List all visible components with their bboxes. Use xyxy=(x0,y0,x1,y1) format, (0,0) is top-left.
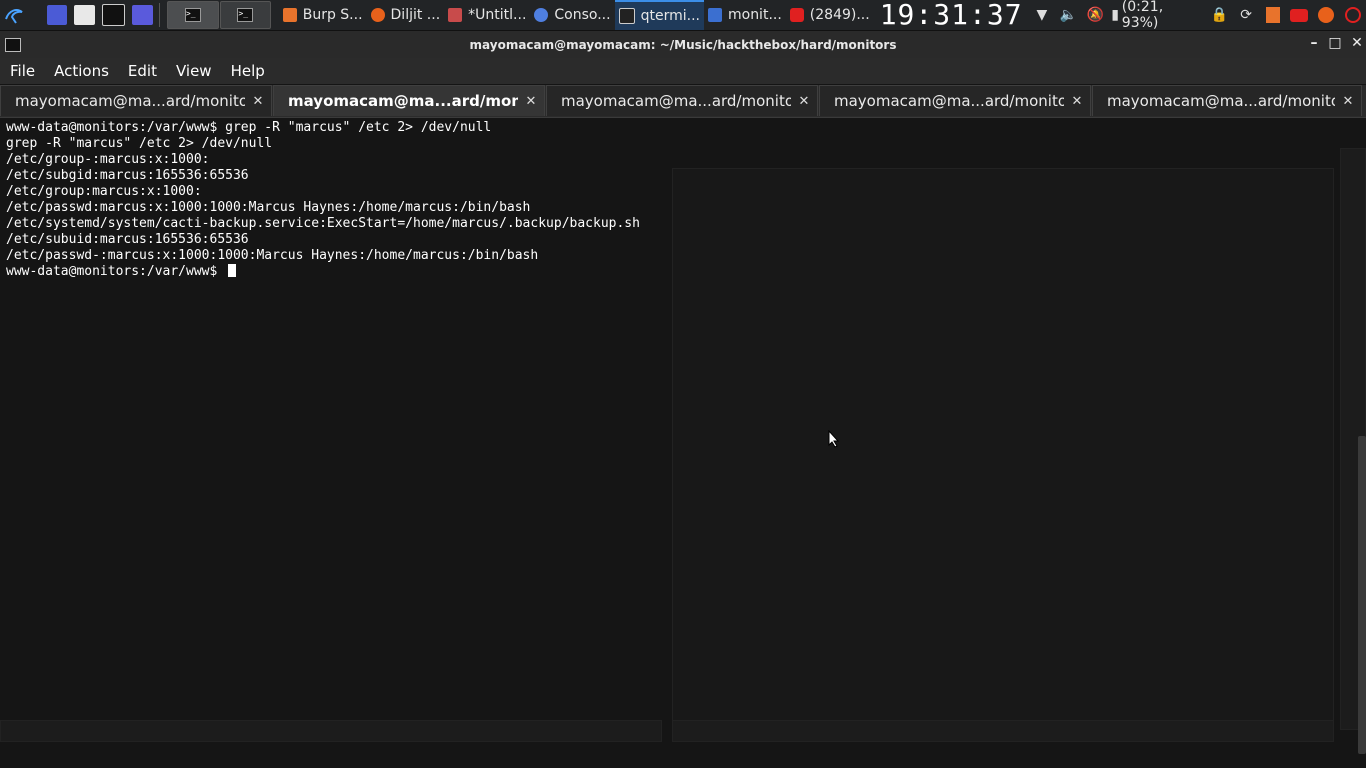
task-burp[interactable]: Burp S... xyxy=(279,0,367,30)
notifications-off-icon[interactable]: 🔕 xyxy=(1082,0,1109,30)
editor-icon xyxy=(448,8,463,22)
file-manager-icon[interactable] xyxy=(74,5,96,25)
menu-bar: File Actions Edit View Help xyxy=(0,58,1366,84)
folder-icon xyxy=(707,8,722,22)
terminal-line: www-data@monitors:/var/www$ grep -R "mar… xyxy=(6,120,492,135)
tab-label: mayomacam@ma...ard/monitors xyxy=(561,92,791,110)
screen-recorder-icon[interactable] xyxy=(132,5,154,25)
terminal-prompt: www-data@monitors:/var/www$ xyxy=(6,264,226,279)
tab-2[interactable]: mayomacam@ma...ard/monitors ✕ xyxy=(273,85,545,116)
terminal-line: /etc/group:marcus:x:1000: xyxy=(6,184,202,199)
battery-status[interactable]: (0:21, 93%) xyxy=(1122,0,1206,31)
firefox-tray-icon[interactable] xyxy=(1313,0,1340,30)
task-label: (2849)... xyxy=(809,7,870,23)
task-untitled[interactable]: *Untitl... xyxy=(444,0,530,30)
battery-icon[interactable]: ▮ xyxy=(1108,0,1121,30)
tab-close-icon[interactable]: ✕ xyxy=(791,94,817,109)
background-window-searchbar xyxy=(672,720,1334,742)
terminal-scrollbar[interactable] xyxy=(1358,436,1366,754)
workspace-1-button[interactable]: >_ xyxy=(167,1,219,29)
tab-close-icon[interactable]: ✕ xyxy=(518,94,544,109)
youtube-icon xyxy=(789,8,804,22)
task-qterminal[interactable]: qtermi... xyxy=(614,0,704,30)
tab-label: mayomacam@ma...ard/monitors xyxy=(1107,92,1335,110)
terminal-mini-icon: >_ xyxy=(237,8,254,22)
menu-help[interactable]: Help xyxy=(221,62,274,80)
terminal-cursor xyxy=(228,264,237,277)
terminal-view[interactable]: www-data@monitors:/var/www$ grep -R "mar… xyxy=(0,118,1366,768)
app-tray-icon[interactable] xyxy=(1339,0,1366,30)
burp-icon xyxy=(282,8,297,22)
terminal-line: grep -R "marcus" /etc 2> /dev/null xyxy=(6,136,273,151)
terminal-line: /etc/subgid:marcus:165536:65536 xyxy=(6,168,249,183)
background-window-panel xyxy=(672,168,1334,730)
youtube-tray-icon[interactable] xyxy=(1286,0,1313,30)
task-youtube[interactable]: (2849)... xyxy=(786,0,874,30)
wifi-icon[interactable]: ▼ xyxy=(1029,0,1056,30)
tab-5[interactable]: mayomacam@ma...ard/monitors ✕ xyxy=(1092,85,1362,116)
terminal-line: /etc/systemd/system/cacti-backup.service… xyxy=(6,216,640,231)
terminal-line: /etc/passwd-:marcus:x:1000:1000:Marcus H… xyxy=(6,248,539,263)
terminal-line: /etc/passwd:marcus:x:1000:1000:Marcus Ha… xyxy=(6,200,531,215)
workspace-icon[interactable] xyxy=(46,5,68,25)
tab-3[interactable]: mayomacam@ma...ard/monitors ✕ xyxy=(546,85,818,116)
terminal-launcher-icon[interactable] xyxy=(102,4,126,26)
terminal-line: /etc/group-:marcus:x:1000: xyxy=(6,152,210,167)
terminal-prompt-line: www-data@monitors:/var/www$ xyxy=(6,264,640,280)
tab-label: mayomacam@ma...ard/monitors xyxy=(15,92,245,110)
task-monitors-folder[interactable]: monit... xyxy=(704,0,786,30)
task-label: qtermi... xyxy=(640,8,700,24)
window-title: mayomacam@mayomacam: ~/Music/hackthebox/… xyxy=(469,37,897,52)
clock[interactable]: 19:31:37 xyxy=(874,0,1029,30)
terminal-output: www-data@monitors:/var/www$ grep -R "mar… xyxy=(6,120,640,280)
terminal-app-icon xyxy=(5,38,21,52)
task-label: *Untitl... xyxy=(468,7,527,23)
tab-label: mayomacam@ma...ard/monitors xyxy=(834,92,1064,110)
top-panel: >_ >_ Burp S... Diljit ... *Untitl... Co… xyxy=(0,0,1366,31)
task-label: monit... xyxy=(727,7,782,23)
menu-actions[interactable]: Actions xyxy=(44,62,118,80)
workspace-2-button[interactable]: >_ xyxy=(219,1,272,29)
kali-menu-icon[interactable] xyxy=(0,0,29,30)
menu-file[interactable]: File xyxy=(0,62,44,80)
tab-close-icon[interactable]: ✕ xyxy=(1064,94,1090,109)
lock-icon[interactable]: 🔒 xyxy=(1206,0,1233,30)
tab-close-icon[interactable]: ✕ xyxy=(1335,94,1361,109)
task-label: Diljit ... xyxy=(390,7,441,23)
tab-4[interactable]: mayomacam@ma...ard/monitors ✕ xyxy=(819,85,1091,116)
menu-edit[interactable]: Edit xyxy=(118,62,166,80)
close-icon[interactable]: ✕ xyxy=(1348,35,1366,51)
tab-close-icon[interactable]: ✕ xyxy=(245,94,271,109)
task-label: Conso... xyxy=(554,7,611,23)
mouse-pointer-icon xyxy=(828,430,840,448)
task-firefox-diljit[interactable]: Diljit ... xyxy=(367,0,445,30)
task-console[interactable]: Conso... xyxy=(530,0,614,30)
minimize-icon[interactable]: – xyxy=(1305,35,1323,51)
window-titlebar[interactable]: mayomacam@mayomacam: ~/Music/hackthebox/… xyxy=(0,31,1366,58)
tab-1[interactable]: mayomacam@ma...ard/monitors ✕ xyxy=(0,85,272,116)
maximize-icon[interactable]: □ xyxy=(1326,35,1344,51)
tab-bar: mayomacam@ma...ard/monitors ✕ mayomacam@… xyxy=(0,85,1366,118)
menu-view[interactable]: View xyxy=(166,62,221,80)
chrome-icon xyxy=(534,8,549,22)
volume-icon[interactable]: 🔈 xyxy=(1055,0,1082,30)
firefox-icon xyxy=(370,8,385,22)
qterminal-icon xyxy=(618,8,635,24)
task-label: Burp S... xyxy=(302,7,363,23)
terminal-line: /etc/subuid:marcus:165536:65536 xyxy=(6,232,249,247)
terminal-mini-icon: >_ xyxy=(184,8,201,22)
tab-label: mayomacam@ma...ard/monitors xyxy=(288,92,518,110)
refresh-icon[interactable]: ⟳ xyxy=(1233,0,1260,30)
background-window-searchbar xyxy=(0,720,662,742)
burp-tray-icon[interactable] xyxy=(1259,0,1286,30)
